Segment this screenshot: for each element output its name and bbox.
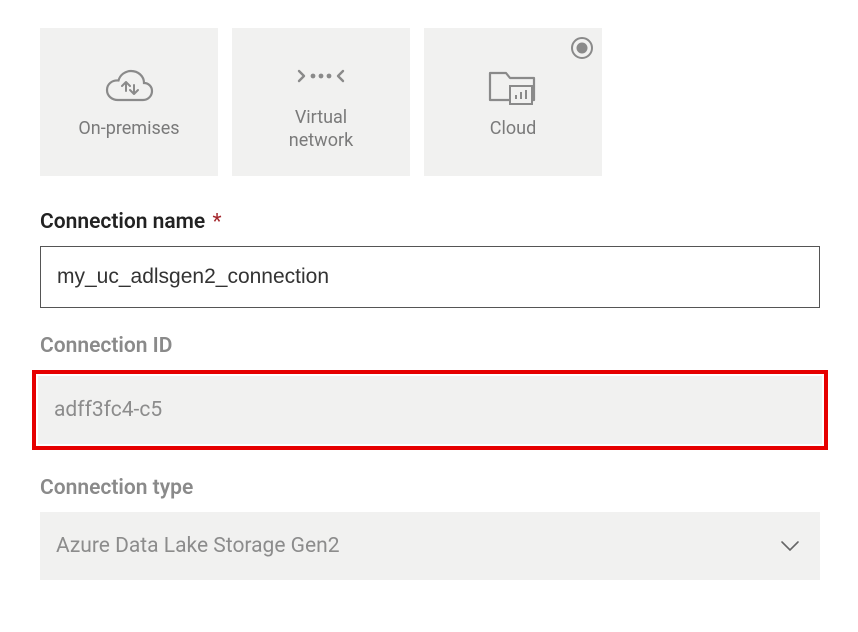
connection-type-group: Connection type Azure Data Lake Storage … [40,476,818,580]
network-icon [296,52,346,100]
option-cloud[interactable]: Cloud [424,28,602,176]
connection-type-select[interactable]: Azure Data Lake Storage Gen2 [40,512,820,580]
connection-type-value: Azure Data Lake Storage Gen2 [56,534,340,558]
connection-id-value: adff3fc4-c5 [38,376,822,444]
radio-selected-icon [570,36,594,60]
folder-chart-icon [486,63,540,111]
chevron-down-icon [780,540,800,552]
connection-name-input[interactable] [40,246,820,308]
option-virtual-network-label: Virtual network [289,106,353,153]
connection-id-group: Connection ID adff3fc4-c5 [40,334,818,450]
connection-id-highlight: adff3fc4-c5 [32,370,828,450]
required-asterisk: * [212,210,221,234]
option-cloud-label: Cloud [490,117,536,140]
connection-id-text: adff3fc4-c5 [54,398,162,422]
connection-name-label: Connection name * [40,210,818,234]
connection-type-label: Connection type [40,476,818,500]
connection-id-label: Connection ID [40,334,818,358]
connection-name-label-text: Connection name [40,210,205,234]
option-on-premises-label: On-premises [78,117,179,140]
gateway-type-row: On-premises Virtual network [40,28,818,176]
option-on-premises[interactable]: On-premises [40,28,218,176]
option-virtual-network[interactable]: Virtual network [232,28,410,176]
cloud-sync-icon [102,63,156,111]
connection-name-group: Connection name * [40,210,818,308]
